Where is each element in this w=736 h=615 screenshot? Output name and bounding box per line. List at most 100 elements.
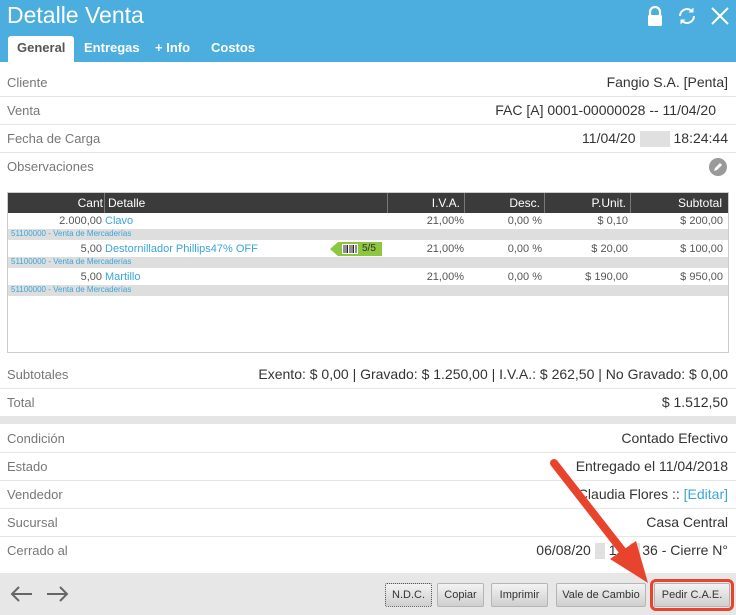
header-divider [464, 193, 465, 213]
observaciones-row: Observaciones [0, 153, 736, 181]
estado-value: Entregado el 11/04/2018 [575, 458, 728, 474]
header-detalle: Detalle [108, 196, 146, 210]
observaciones-label: Observaciones [7, 159, 94, 174]
items-table: Cant Detalle I.V.A. Desc. P.Unit. Subtot… [7, 192, 729, 353]
fecha-time: 18:24:44 [673, 130, 729, 146]
tab-bar: General Entregas + Info Costos [0, 36, 736, 62]
sucursal-label: Sucursal [7, 515, 58, 530]
cell-punit: $ 20,00 [591, 243, 628, 255]
footer-bar: N.D.C. Copiar Imprimir Vale de Cambio Pe… [0, 573, 736, 615]
lock-icon[interactable] [644, 5, 666, 27]
promo-badge[interactable]: 5/5 [330, 242, 382, 256]
condicion-row: Condición Contado Efectivo [0, 425, 736, 453]
cell-subtotal: $ 950,00 [680, 271, 723, 283]
copiar-button[interactable]: Copiar [437, 583, 484, 607]
cerrado-row: Cerrado al 06/08/20 19. 36 - Cierre N° [0, 537, 736, 565]
venta-value: FAC [A] 0001-00000028 -- 11/04/20 [495, 102, 716, 118]
condicion-value: Contado Efectivo [621, 430, 728, 446]
header-divider [104, 193, 105, 213]
header-desc: Desc. [509, 196, 540, 210]
fecha-value: 11/04/20 18:24:44 [582, 130, 729, 148]
cliente-label: Cliente [7, 75, 48, 90]
table-header: Cant Detalle I.V.A. Desc. P.Unit. Subtot… [8, 193, 728, 213]
cell-cant: 5,00 [80, 243, 102, 255]
cell-desc: 0,00 % [507, 271, 542, 283]
vendedor-name: Claudia Flores :: [577, 486, 680, 502]
back-arrow-icon[interactable] [10, 585, 34, 603]
window-title: Detalle Venta [7, 2, 144, 28]
tab-costos[interactable]: Costos [202, 36, 264, 62]
header-iva: I.V.A. [431, 196, 460, 210]
header-divider [387, 193, 388, 213]
total-label: Total [7, 395, 35, 410]
subtotales-label: Subtotales [7, 367, 69, 382]
estado-label: Estado [7, 459, 48, 474]
redacted-block [594, 543, 605, 560]
subtotales-row: Subtotales Exento: $ 0,00 | Gravado: $ 1… [0, 361, 736, 389]
cell-detalle[interactable]: Clavo [105, 215, 133, 227]
account-row: 51100000 - Venta de Mercaderías [8, 285, 728, 296]
vendedor-value: Claudia Flores :: [Editar] [578, 486, 728, 502]
cell-subtotal: $ 200,00 [680, 215, 723, 227]
tab-entregas[interactable]: Entregas [75, 36, 149, 62]
cell-detalle[interactable]: Destornillador Phillips47% OFF [105, 243, 258, 255]
header-punit: P.Unit. [591, 196, 626, 210]
tab-info[interactable]: + Info [146, 36, 199, 62]
refresh-icon[interactable] [676, 5, 698, 27]
cell-desc: 0,00 % [507, 243, 542, 255]
cell-desc: 0,00 % [507, 215, 542, 227]
section-divider [0, 416, 736, 424]
fecha-label: Fecha de Carga [7, 131, 101, 146]
account-label: 51100000 - Venta de Mercaderías [11, 257, 132, 266]
header-divider [544, 193, 545, 213]
total-value: $ 1.512,50 [661, 394, 728, 410]
cliente-row: Cliente Fangio S.A. [Penta] [0, 69, 736, 97]
cerrado-value: 06/08/20 19. 36 - Cierre N° [536, 542, 728, 560]
sucursal-row: Sucursal Casa Central [0, 509, 736, 537]
estado-row: Estado Entregado el 11/04/2018 [0, 453, 736, 481]
table-row[interactable]: 5,00 Destornillador Phillips47% OFF 5/5 … [8, 242, 728, 256]
promo-badge-count: 5/5 [362, 243, 376, 254]
tab-general[interactable]: General [8, 36, 75, 62]
header-cant: Cant [77, 196, 103, 210]
account-label: 51100000 - Venta de Mercaderías [11, 229, 132, 238]
cell-detalle[interactable]: Martillo [105, 271, 140, 283]
redacted-block [630, 543, 641, 560]
cerrado-cierre: 36 - Cierre N° [642, 542, 728, 558]
header-subtotal: Subtotal [677, 196, 722, 210]
fecha-date: 11/04/20 [582, 130, 636, 146]
header-divider [630, 193, 631, 213]
subtotales-value: Exento: $ 0,00 | Gravado: $ 1.250,00 | I… [258, 366, 728, 382]
cerrado-time: 19. [608, 542, 629, 558]
account-row: 51100000 - Venta de Mercaderías [8, 257, 728, 268]
vendedor-row: Vendedor Claudia Flores :: [Editar] [0, 481, 736, 509]
account-label: 51100000 - Venta de Mercaderías [11, 285, 132, 294]
venta-label: Venta [7, 103, 41, 118]
vale-de-cambio-button[interactable]: Vale de Cambio [556, 583, 646, 607]
table-row[interactable]: 5,00 Martillo 21,00% 0,00 % $ 190,00 $ 9… [8, 270, 728, 284]
imprimir-button[interactable]: Imprimir [491, 583, 548, 607]
title-bar: Detalle Venta General Entregas + Info Co… [0, 0, 736, 62]
total-row: Total $ 1.512,50 [0, 389, 736, 417]
condicion-label: Condición [7, 431, 65, 446]
cerrado-label: Cerrado al [7, 543, 68, 558]
cell-iva: 21,00% [426, 243, 464, 255]
cell-iva: 21,00% [426, 215, 464, 227]
sucursal-value: Casa Central [646, 514, 728, 530]
forward-arrow-icon[interactable] [45, 585, 69, 603]
edit-icon[interactable] [709, 158, 727, 176]
account-row: 51100000 - Venta de Mercaderías [8, 229, 728, 240]
pedir-cae-button[interactable]: Pedir C.A.E. [650, 579, 734, 611]
cliente-link[interactable]: Fangio S.A. [Penta] [607, 74, 728, 90]
cell-cant: 5,00 [80, 271, 102, 283]
cell-subtotal: $ 100,00 [680, 243, 723, 255]
fecha-row: Fecha de Carga 11/04/20 18:24:44 [0, 125, 736, 153]
cell-iva: 21,00% [426, 271, 464, 283]
barcode-icon [342, 244, 358, 254]
cell-punit: $ 0,10 [597, 215, 628, 227]
table-row[interactable]: 2.000,00 Clavo 21,00% 0,00 % $ 0,10 $ 20… [8, 214, 728, 228]
venta-row: Venta FAC [A] 0001-00000028 -- 11/04/20 [0, 97, 736, 125]
ndc-button[interactable]: N.D.C. [385, 583, 432, 607]
editar-link[interactable]: [Editar] [684, 486, 728, 502]
close-icon[interactable] [709, 5, 731, 27]
